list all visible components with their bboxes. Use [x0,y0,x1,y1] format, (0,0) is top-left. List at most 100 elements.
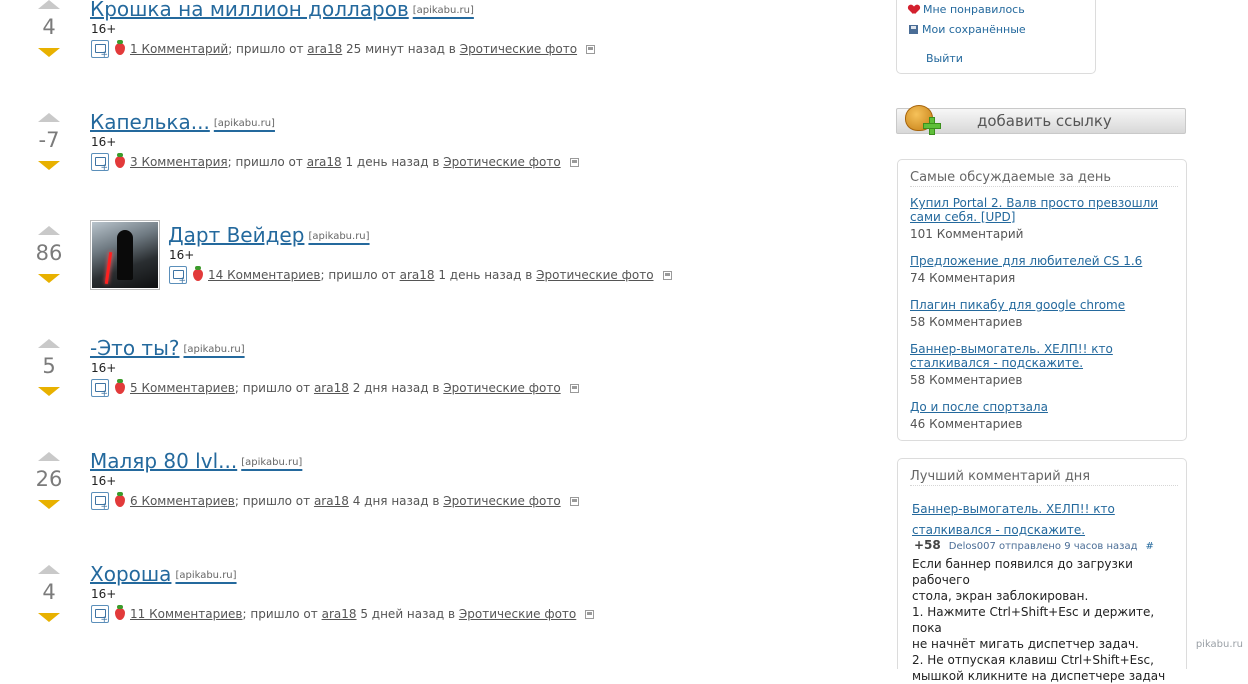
comments-link[interactable]: 11 Комментариев [130,607,243,621]
post-time: 2 дня назад в [352,381,440,395]
post-rating: 86 [35,241,63,265]
add-link-button[interactable]: добавить ссылку [896,105,1186,135]
discussed-link[interactable]: Купил Portal 2. Валв просто превзошли са… [910,196,1158,224]
vote-down-icon[interactable] [38,274,60,283]
post-thumbnail[interactable] [90,220,160,290]
post-domain: [apikabu.ru] [175,569,237,581]
logout-link[interactable]: Выйти [926,52,963,65]
post-item: 5 -Это ты? [apikabu.ru] 16+ 5 Комментарие… [0,336,880,439]
user-menu-box: Мне понравилось Мои сохранённые Выйти [896,0,1096,74]
category-link[interactable]: Эротические фото [460,42,577,56]
comments-link[interactable]: 5 Комментариев [130,381,235,395]
comment-line: не начнёт мигать диспетчер задач. [912,637,1139,651]
post-title-link[interactable]: Маляр 80 lvl... [90,449,237,473]
vote-up-icon[interactable] [38,0,60,9]
liked-link[interactable]: Мне понравилось [909,3,1025,16]
post-rating: 26 [35,467,63,491]
heart-icon [909,5,919,15]
save-icon[interactable] [569,157,579,167]
post-title-link[interactable]: -Это ты? [90,336,179,360]
came-from-label: ; пришло от [320,268,396,282]
author-link[interactable]: ara18 [314,381,349,395]
post-time: 1 день назад в [438,268,533,282]
category-link[interactable]: Эротические фото [443,381,560,395]
best-comment-post-link[interactable]: Баннер-вымогатель. ХЕЛП!! кто сталкивалс… [912,502,1115,537]
vote-up-icon[interactable] [38,565,60,574]
post-domain: [apikabu.ru] [241,456,303,468]
most-discussed-panel: Самые обсуждаемые за день Купил Portal 2… [897,159,1187,441]
vote-down-icon[interactable] [38,161,60,170]
post-rating: 5 [42,354,56,378]
post-rating: 4 [42,15,56,39]
author-link[interactable]: ara18 [307,42,342,56]
post-title-row: Маляр 80 lvl... [apikabu.ru] [90,447,302,477]
author-link[interactable]: ara18 [400,268,435,282]
post-item: 86 Дарт Вейдер [apikabu.ru] 16+ 14 Коммен… [0,220,880,326]
comments-link[interactable]: 1 Комментарий [130,42,228,56]
save-icon[interactable] [662,270,672,280]
image-toggle-icon[interactable] [91,605,109,625]
image-toggle-icon[interactable] [91,379,109,399]
strawberry-icon [115,605,125,620]
author-link[interactable]: ara18 [314,494,349,508]
post-title-link[interactable]: Дарт Вейдер [168,223,304,247]
comments-link[interactable]: 14 Комментариев [208,268,321,282]
discussed-count: 46 Комментариев [910,417,1023,431]
post-title-link[interactable]: Крошка на миллион долларов [90,0,409,21]
post-rating: 4 [42,580,56,604]
author-link[interactable]: ara18 [322,607,357,621]
image-toggle-icon[interactable] [91,40,109,60]
post-meta: 3 Комментария ; пришло от ara18 1 день н… [91,151,579,173]
liked-label: Мне понравилось [923,3,1025,16]
post-title-row: -Это ты? [apikabu.ru] [90,334,245,364]
comment-author-line[interactable]: Delos007 отправлено 9 часов назад [949,541,1138,552]
comment-permalink[interactable]: # [1146,541,1154,552]
strawberry-icon [193,266,203,281]
vote-down-icon[interactable] [38,613,60,622]
post-time: 25 минут назад в [346,42,456,56]
vote-block: 4 [36,565,62,629]
came-from-label: ; пришло от [242,607,318,621]
post-rating: -7 [38,128,60,152]
category-link[interactable]: Эротические фото [443,155,560,169]
discussed-link[interactable]: Предложение для любителей CS 1.6 [910,254,1142,268]
vote-down-icon[interactable] [38,48,60,57]
saved-link[interactable]: Мои сохранённые [909,23,1026,36]
vote-up-icon[interactable] [38,113,60,122]
discussed-count: 58 Комментариев [910,315,1023,329]
panel-title: Самые обсуждаемые за день [910,170,1112,185]
image-toggle-icon[interactable] [169,266,187,286]
save-icon[interactable] [569,383,579,393]
post-meta: 14 Комментариев ; пришло от ara18 1 день… [169,264,672,286]
discussed-link[interactable]: Плагин пикабу для google chrome [910,298,1125,312]
age-rating: 16+ [91,135,117,149]
post-title-link[interactable]: Капелька... [90,110,210,134]
image-toggle-icon[interactable] [91,492,109,512]
save-icon[interactable] [586,44,596,54]
vote-down-icon[interactable] [38,387,60,396]
category-link[interactable]: Эротические фото [443,494,560,508]
discussed-link[interactable]: Баннер-вымогатель. ХЕЛП!! кто сталкивалс… [910,342,1113,370]
strawberry-icon [115,40,125,55]
post-title-link[interactable]: Хороша [90,562,171,586]
vote-up-icon[interactable] [38,452,60,461]
vote-up-icon[interactable] [38,339,60,348]
comments-link[interactable]: 6 Комментариев [130,494,235,508]
save-icon[interactable] [569,496,579,506]
discussed-link[interactable]: До и после спортзала [910,400,1048,414]
came-from-label: ; пришло от [234,494,311,508]
panel-title: Лучший комментарий дня [910,469,1091,484]
discussed-item: Плагин пикабу для google chrome 58 Комме… [910,298,1178,329]
save-icon[interactable] [585,609,595,619]
category-link[interactable]: Эротические фото [536,268,653,282]
post-item: 4 Крошка на миллион долларов [apikabu.ru]… [0,0,880,100]
strawberry-icon [115,153,125,168]
vote-up-icon[interactable] [38,226,60,235]
divider [910,485,1178,486]
vote-block: -7 [36,113,62,177]
image-toggle-icon[interactable] [91,153,109,173]
author-link[interactable]: ara18 [307,155,342,169]
category-link[interactable]: Эротические фото [459,607,576,621]
comments-link[interactable]: 3 Комментария [130,155,228,169]
vote-down-icon[interactable] [38,500,60,509]
